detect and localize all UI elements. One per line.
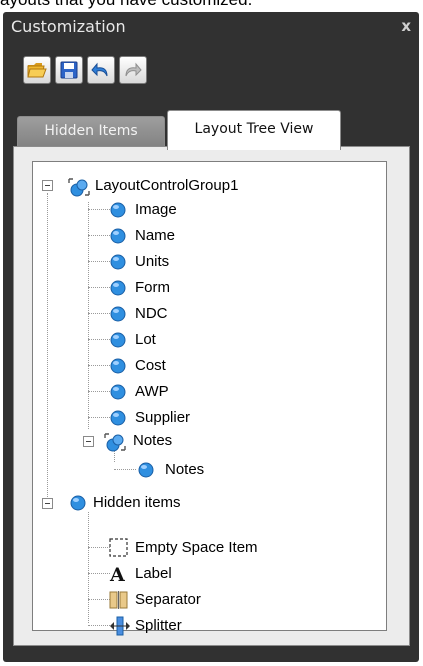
layout-item-icon xyxy=(110,332,126,348)
layout-tree[interactable]: LayoutControlGroup1 Image Name Units For… xyxy=(32,161,387,636)
layout-item-icon xyxy=(110,202,126,218)
undo-icon xyxy=(91,62,108,77)
tree-connector xyxy=(114,469,136,470)
background-caption-text: ayouts that you have customized. xyxy=(0,0,423,12)
layout-item-icon xyxy=(110,228,126,244)
tree-connector xyxy=(88,235,110,236)
tree-connector xyxy=(88,599,110,600)
layout-item-icon xyxy=(110,280,126,296)
open-folder-icon xyxy=(27,63,47,78)
svg-text:A: A xyxy=(109,564,125,584)
tree-connector xyxy=(88,547,110,548)
tree-connector xyxy=(88,365,110,366)
layout-item-icon xyxy=(110,254,126,270)
redo-button[interactable] xyxy=(119,56,147,84)
layout-group-icon xyxy=(68,178,90,197)
window-title: Customization xyxy=(11,17,126,36)
tree-connector xyxy=(47,193,48,505)
tree-connector xyxy=(88,573,110,574)
layout-group-icon xyxy=(104,433,126,452)
tree-connector xyxy=(88,313,110,314)
customization-window: Customization x Hidden Items Layout Tree… xyxy=(3,12,419,662)
tree-connector xyxy=(88,512,89,623)
splitter-icon xyxy=(110,616,130,636)
open-button[interactable] xyxy=(23,56,51,84)
tree-connector xyxy=(88,339,110,340)
tree-connector xyxy=(88,287,110,288)
collapse-toggle[interactable] xyxy=(42,180,53,191)
tree-connector xyxy=(88,209,110,210)
close-button[interactable]: x xyxy=(401,17,411,35)
empty-space-icon xyxy=(109,538,128,557)
tree-connector xyxy=(88,625,110,626)
layout-item-icon xyxy=(110,410,126,426)
layout-item-icon xyxy=(138,462,154,478)
title-bar[interactable]: Customization x xyxy=(3,12,419,46)
layout-item-icon xyxy=(70,495,86,511)
save-icon xyxy=(60,61,78,79)
tree-connector xyxy=(88,417,110,418)
undo-button[interactable] xyxy=(87,56,115,84)
separator-icon xyxy=(109,591,128,609)
tab-panel: LayoutControlGroup1 Image Name Units For… xyxy=(13,146,410,646)
layout-item-icon xyxy=(110,306,126,322)
tree-connector xyxy=(88,261,110,262)
collapse-toggle[interactable] xyxy=(83,436,94,447)
tree-connector xyxy=(88,202,89,429)
layout-item-icon xyxy=(110,384,126,400)
collapse-toggle[interactable] xyxy=(42,498,53,509)
label-icon: A xyxy=(109,564,125,584)
layout-item-icon xyxy=(110,358,126,374)
save-button[interactable] xyxy=(55,56,83,84)
redo-icon xyxy=(125,62,142,77)
tab-hidden-items[interactable]: Hidden Items xyxy=(17,116,165,147)
tab-layout-tree-view[interactable]: Layout Tree View xyxy=(167,110,341,150)
tree-connector xyxy=(88,391,110,392)
